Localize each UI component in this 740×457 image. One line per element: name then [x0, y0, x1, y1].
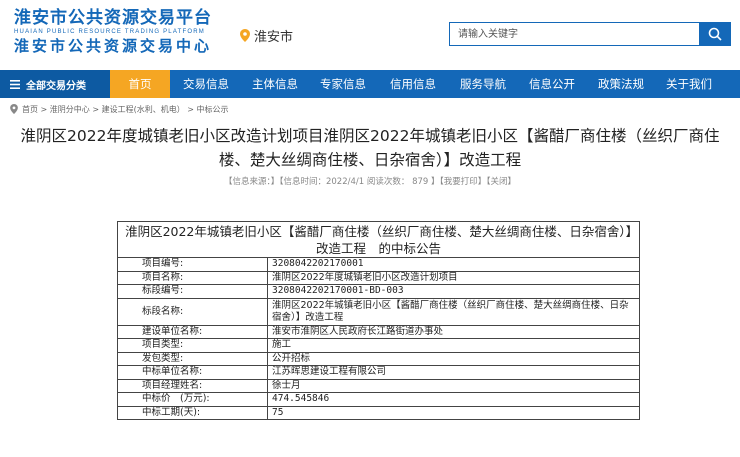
- row-value: 淮阴区2022年城镇老旧小区【酱醋厂商住楼（丝织厂商住楼、楚大丝绸商住楼、日杂宿…: [267, 297, 640, 326]
- nav-item[interactable]: 交易信息: [170, 70, 242, 98]
- location-pin-icon: [10, 104, 18, 114]
- site-logo[interactable]: 淮安市公共资源交易平台 HUAIAN PUBLIC RESOURCE TRADI…: [14, 8, 224, 56]
- menu-icon: [10, 79, 20, 89]
- location-pin-icon: [240, 29, 250, 42]
- nav-item[interactable]: 首页: [110, 70, 170, 98]
- table-row: 中标工期(天): 75: [117, 405, 640, 420]
- row-value: 施工: [267, 338, 640, 353]
- row-value: 徐士月: [267, 378, 640, 393]
- breadcrumb-text[interactable]: 首页 > 淮阴分中心 > 建设工程(水利、机电） > 中标公示: [22, 104, 229, 115]
- site-header: 淮安市公共资源交易平台 HUAIAN PUBLIC RESOURCE TRADI…: [0, 0, 740, 70]
- logo-title: 淮安市公共资源交易平台: [14, 8, 212, 28]
- nav-item[interactable]: 政策法规: [586, 70, 656, 98]
- all-categories-label: 全部交易分类: [26, 80, 86, 92]
- nav-item[interactable]: 服务导航: [448, 70, 518, 98]
- row-label: 中标单位名称:: [117, 365, 268, 380]
- row-value: 474.545846: [267, 392, 640, 407]
- row-label: 项目编号:: [117, 257, 268, 272]
- table-row: 标段编号: 3208042202170001-BD-003: [117, 284, 640, 299]
- row-value: 淮安市淮阴区人民政府长江路街道办事处: [267, 324, 640, 339]
- nav-item[interactable]: 信用信息: [378, 70, 448, 98]
- row-label: 中标工期(天):: [117, 405, 268, 420]
- row-label: 项目经理姓名:: [117, 378, 268, 393]
- table-row: 中标价 (万元): 474.545846: [117, 392, 640, 407]
- nav-item[interactable]: 专家信息: [308, 70, 378, 98]
- logo-english: HUAIAN PUBLIC RESOURCE TRADING PLATFORM: [14, 29, 205, 35]
- search-bar: [449, 22, 731, 46]
- row-label: 项目类型:: [117, 338, 268, 353]
- table-row: 项目经理姓名: 徐士月: [117, 378, 640, 393]
- table-row: 项目类型: 施工: [117, 338, 640, 353]
- row-label: 建设单位名称:: [117, 324, 268, 339]
- table-row: 建设单位名称: 淮安市淮阴区人民政府长江路街道办事处: [117, 324, 640, 339]
- award-table-wrapper: 淮阴区2022年城镇老旧小区【酱醋厂商住楼（丝织厂商住楼、楚大丝绸商住楼、日杂宿…: [117, 221, 640, 420]
- search-input[interactable]: [449, 22, 699, 46]
- table-heading: 淮阴区2022年城镇老旧小区【酱醋厂商住楼（丝织厂商住楼、楚大丝绸商住楼、日杂宿…: [117, 221, 640, 258]
- logo-subtitle: 淮安市公共资源交易中心: [14, 37, 213, 55]
- row-label: 标段名称:: [117, 297, 268, 326]
- table-row: 发包类型: 公开招标: [117, 351, 640, 366]
- row-value: 75: [267, 405, 640, 420]
- table-row: 项目编号: 3208042202170001: [117, 257, 640, 272]
- award-table: 淮阴区2022年城镇老旧小区【酱醋厂商住楼（丝织厂商住楼、楚大丝绸商住楼、日杂宿…: [117, 221, 640, 420]
- nav-item[interactable]: 关于我们: [656, 70, 722, 98]
- location-selector[interactable]: 淮安市: [240, 26, 293, 45]
- table-row: 标段名称: 淮阴区2022年城镇老旧小区【酱醋厂商住楼（丝织厂商住楼、楚大丝绸商住…: [117, 297, 640, 326]
- table-row: 项目名称: 淮阴区2022年度城镇老旧小区改造计划项目: [117, 270, 640, 285]
- row-label: 标段编号:: [117, 284, 268, 299]
- search-button[interactable]: [699, 22, 731, 46]
- nav-items: 首页 交易信息 主体信息 专家信息 信用信息 服务导航 信息公开 政策法规 关于我们: [110, 70, 722, 98]
- all-categories-button[interactable]: 全部交易分类: [0, 70, 110, 98]
- row-label: 项目名称:: [117, 270, 268, 285]
- main-nav: 全部交易分类 首页 交易信息 主体信息 专家信息 信用信息 服务导航 信息公开 政策法规 关于我…: [0, 70, 740, 98]
- row-label: 中标价 (万元):: [117, 392, 268, 407]
- location-label: 淮安市: [254, 30, 294, 45]
- nav-item[interactable]: 主体信息: [242, 70, 308, 98]
- row-value: 公开招标: [267, 351, 640, 366]
- row-value: 3208042202170001-BD-003: [267, 284, 640, 299]
- row-label: 发包类型:: [117, 351, 268, 366]
- search-icon: [708, 27, 722, 41]
- row-value: 江苏晖思建设工程有限公司: [267, 365, 640, 380]
- article-title: 淮阴区2022年度城镇老旧小区改造计划项目淮阴区2022年城镇老旧小区【酱醋厂商…: [20, 127, 720, 169]
- row-value: 淮阴区2022年度城镇老旧小区改造计划项目: [267, 270, 640, 285]
- breadcrumb: 首页 > 淮阴分中心 > 建设工程(水利、机电） > 中标公示: [0, 98, 740, 120]
- article-meta: 【信息来源：】【信息时间：2022/4/1 阅读次数： 879 】【我要打印】【…: [223, 177, 516, 187]
- row-value: 3208042202170001: [267, 257, 640, 272]
- table-row: 中标单位名称: 江苏晖思建设工程有限公司: [117, 365, 640, 380]
- nav-item[interactable]: 信息公开: [518, 70, 586, 98]
